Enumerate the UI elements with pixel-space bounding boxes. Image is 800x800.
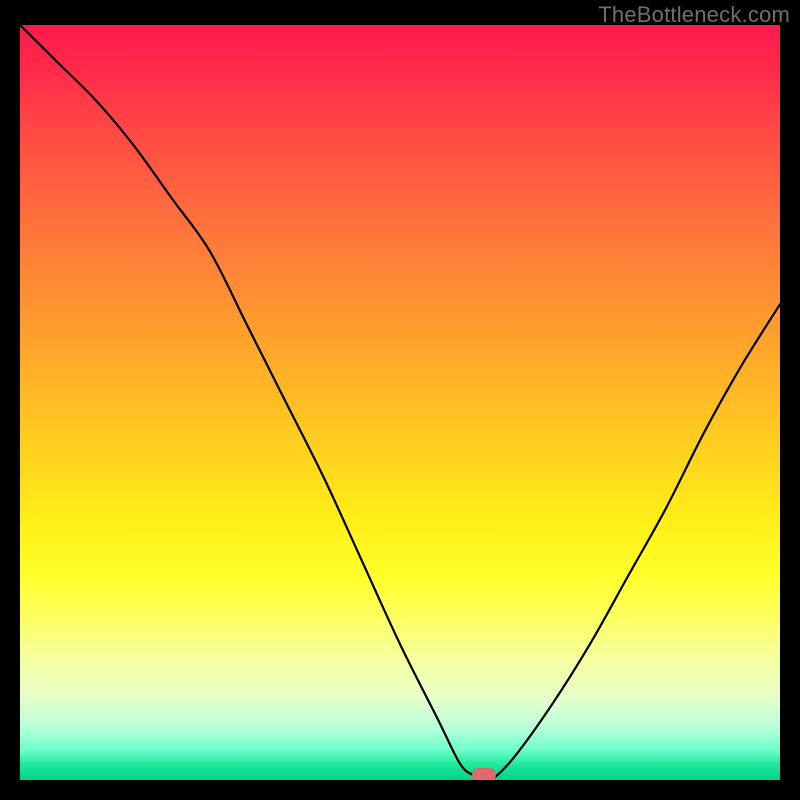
- watermark-text: TheBottleneck.com: [598, 2, 790, 28]
- bottleneck-curve: [20, 25, 780, 780]
- plot-area: [20, 25, 780, 780]
- optimum-marker: [472, 768, 496, 780]
- chart-frame: TheBottleneck.com: [0, 0, 800, 800]
